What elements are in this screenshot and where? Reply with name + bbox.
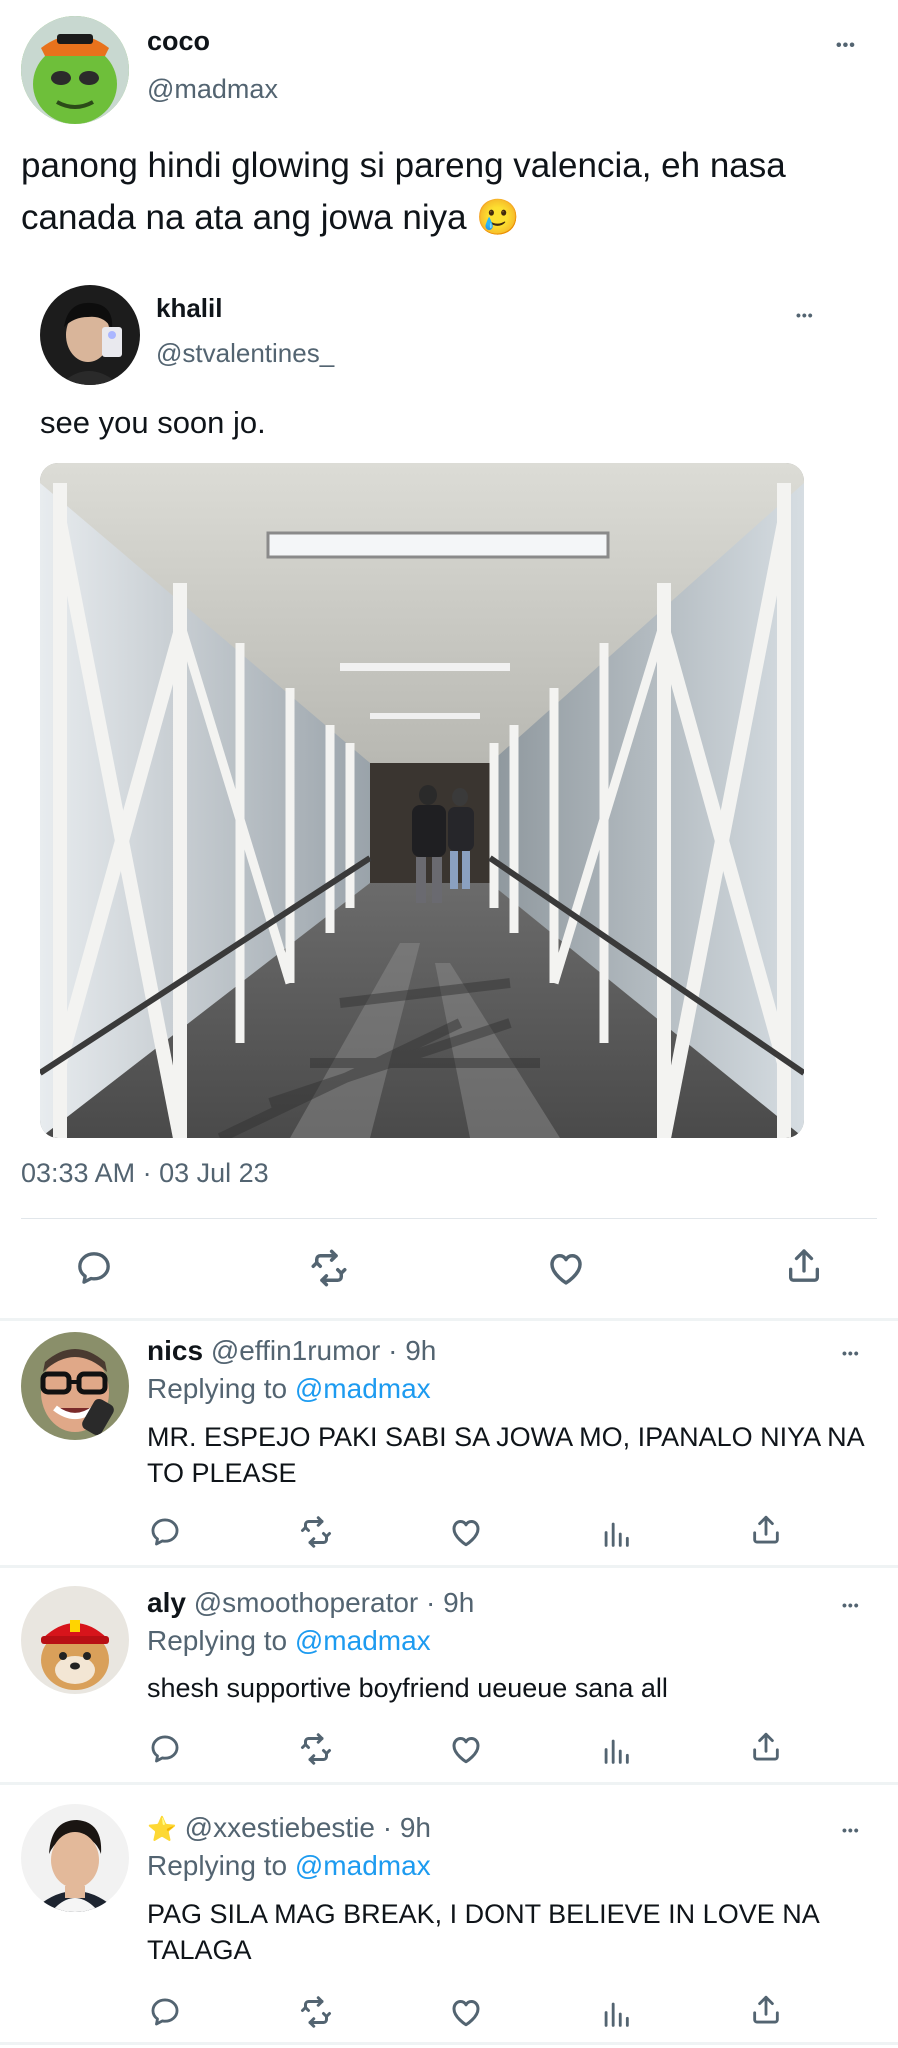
analytics-icon[interactable] [594, 1733, 638, 1769]
reply-handle[interactable]: @effin1rumor [211, 1335, 381, 1366]
replying-to-label: Replying to [147, 1373, 288, 1404]
replying-to-label: Replying to [147, 1850, 288, 1881]
replying-to: Replying to @madmax [147, 1625, 431, 1657]
quoted-display-name: khalil [156, 293, 223, 323]
like-icon[interactable] [444, 1731, 488, 1767]
author-handle[interactable]: @madmax [147, 74, 278, 105]
replying-to: Replying to @madmax [147, 1373, 431, 1405]
reply-more-options-icon[interactable]: ••• [842, 1346, 860, 1360]
reply-icon[interactable] [143, 1514, 187, 1550]
quoted-author-avatar [40, 285, 140, 385]
reply-handle[interactable]: @xxestiebestie [185, 1812, 375, 1843]
quoted-text: see you soon jo. [40, 405, 266, 440]
reply-icon[interactable] [143, 1731, 187, 1767]
analytics-icon[interactable] [594, 1516, 638, 1552]
reply-display-name[interactable]: aly [147, 1587, 186, 1618]
reply-more-options-icon[interactable]: ••• [842, 1598, 860, 1612]
share-icon[interactable] [780, 1246, 828, 1286]
reply-time[interactable]: · 9h [383, 1812, 431, 1843]
reply-avatar[interactable] [21, 1332, 129, 1440]
like-icon[interactable] [444, 1514, 488, 1550]
reply-avatar[interactable] [21, 1804, 129, 1912]
section-divider [0, 2042, 898, 2045]
reply-text: shesh supportive boyfriend ueueue sana a… [147, 1673, 668, 1703]
reply-text: PAG SILA MAG BREAK, I DONT BELIEVE IN LO… [147, 1899, 819, 1965]
reply-header: aly @smoothoperator · 9h [147, 1587, 474, 1619]
quoted-handle: @stvalentines_ [156, 338, 335, 368]
tweet-timestamp[interactable]: 03:33 AM · 03 Jul 23 [21, 1158, 269, 1189]
tweet-text: panong hindi glowing si pareng valencia,… [21, 146, 786, 237]
share-icon[interactable] [744, 1992, 788, 2028]
reply-header: ⭐ @xxestiebestie · 9h [147, 1812, 431, 1844]
reply-display-name[interactable]: nics [147, 1335, 203, 1366]
section-divider [0, 1565, 898, 1568]
replying-to-label: Replying to [147, 1625, 288, 1656]
reply-text: MR. ESPEJO PAKI SABI SA JOWA MO, IPANALO… [147, 1422, 864, 1488]
reply-header: nics @effin1rumor · 9h [147, 1335, 436, 1367]
quoted-photo[interactable] [40, 463, 804, 1138]
section-divider [0, 1318, 898, 1321]
reply-icon[interactable] [143, 1994, 187, 2030]
more-options-icon[interactable]: ••• [836, 38, 856, 54]
reply-avatar[interactable] [21, 1586, 129, 1694]
mention-link[interactable]: @madmax [295, 1625, 431, 1656]
retweet-icon[interactable] [294, 1731, 338, 1767]
share-icon[interactable] [744, 1729, 788, 1765]
retweet-icon[interactable] [294, 1994, 338, 2030]
reply-handle[interactable]: @smoothoperator [194, 1587, 419, 1618]
section-divider [0, 1782, 898, 1785]
retweet-icon[interactable] [305, 1248, 353, 1288]
mention-link[interactable]: @madmax [295, 1373, 431, 1404]
analytics-icon[interactable] [594, 1996, 638, 2032]
reply-icon[interactable] [70, 1248, 118, 1288]
divider [21, 1218, 877, 1219]
author-display-name[interactable]: coco [147, 26, 210, 57]
author-avatar[interactable] [21, 16, 129, 124]
star-emoji-name[interactable]: ⭐ [147, 1816, 177, 1843]
reply-time[interactable]: · 9h [388, 1335, 436, 1366]
share-icon[interactable] [744, 1512, 788, 1548]
like-icon[interactable] [444, 1994, 488, 2030]
replying-to: Replying to @madmax [147, 1850, 431, 1882]
reply-more-options-icon[interactable]: ••• [842, 1823, 860, 1837]
quoted-more-options-icon: ••• [796, 307, 814, 323]
like-icon[interactable] [542, 1248, 590, 1288]
retweet-icon[interactable] [294, 1514, 338, 1550]
mention-link[interactable]: @madmax [295, 1850, 431, 1881]
reply-time[interactable]: · 9h [426, 1587, 474, 1618]
